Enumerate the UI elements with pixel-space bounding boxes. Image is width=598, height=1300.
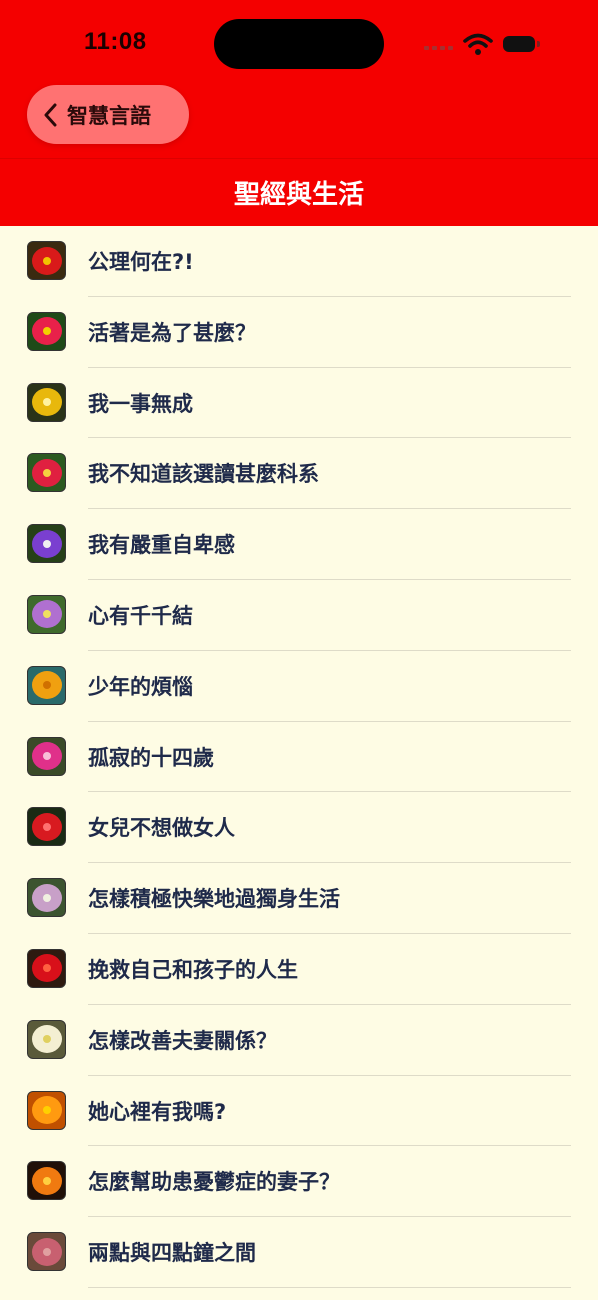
flower-thumbnail-icon [27,594,66,634]
nav-header: 11:08 智慧言語 聖經與生活 [0,0,598,226]
flower-thumbnail-icon [27,807,66,847]
flower-thumbnail-icon [27,1161,66,1201]
wifi-icon [463,33,493,55]
battery-tip [537,41,540,47]
back-button-label: 智慧言語 [67,103,151,128]
list-item-label: 活著是為了甚麼？ [88,320,256,345]
flower-thumbnail-icon [27,665,66,705]
list-item[interactable]: 孤寂的十四歲 [0,722,598,793]
list-item[interactable]: 怎樣積極快樂地過獨身生活 [0,863,598,934]
cellular-signal-icon [424,46,453,50]
list-item[interactable]: 怎麼幫助患憂鬱症的妻子？ [0,1146,598,1218]
chevron-left-icon [44,103,57,126]
list-item-label: 挽救自己和孩子的人生 [88,957,298,982]
flower-thumbnail-icon [27,736,66,776]
battery-icon [503,36,535,52]
flower-thumbnail-icon [27,1090,66,1130]
flower-thumbnail-icon [27,241,66,280]
flower-thumbnail-icon [27,382,66,422]
flower-thumbnail-icon [27,948,66,988]
list-item[interactable]: 她心裡有我嗎? [0,1076,598,1147]
list-item-label: 她心裡有我嗎? [88,1099,227,1124]
flower-thumbnail-icon [27,311,66,351]
flower-thumbnail-icon [27,1232,66,1272]
list-item-label: 心有千千結 [88,603,193,628]
list-item-label: 孤寂的十四歲 [88,745,214,770]
page-title: 聖經與生活 [233,180,364,210]
list-item-label: 公理何在?! [88,250,194,274]
list-item[interactable]: 我一事無成 [0,368,598,439]
list-item[interactable]: 少年的煩惱 [0,651,598,722]
status-time: 11:08 [84,28,147,55]
list-item-label: 女兒不想做女人 [88,816,235,841]
list-item-label: 我一事無成 [88,391,193,416]
back-button[interactable]: 智慧言語 [27,85,189,144]
flower-thumbnail-icon [27,1019,66,1059]
list-item[interactable]: 兩點與四點鐘之間 [0,1217,598,1288]
flower-thumbnail-icon [27,524,66,564]
list-item-label: 少年的煩惱 [88,674,193,699]
dynamic-island [214,19,384,69]
list-item[interactable]: 我有嚴重自卑感 [0,509,598,580]
list-item-label: 我有嚴重自卑感 [88,533,235,558]
list-item[interactable]: 活著是為了甚麼？ [0,297,598,368]
list-item[interactable]: 心有千千結 [0,580,598,651]
flower-thumbnail-icon [27,878,66,918]
list-item[interactable]: 公理何在?! [0,226,598,297]
row-separator [88,1286,571,1288]
list-item-label: 怎樣改善夫妻關係？ [88,1028,277,1053]
list-item[interactable]: 我不知道該選讀甚麼科系 [0,438,598,510]
list-item-label: 我不知道該選讀甚麼科系 [88,462,319,487]
list-item-label: 兩點與四點鐘之間 [88,1241,256,1266]
list-item-label: 怎麼幫助患憂鬱症的妻子？ [88,1170,340,1195]
flower-thumbnail-icon [27,453,66,493]
list-item[interactable]: 挽救自己和孩子的人生 [0,934,598,1005]
list-item-label: 怎樣積極快樂地過獨身生活 [88,887,340,912]
list-item[interactable]: 怎樣改善夫妻關係？ [0,1005,598,1076]
header-divider [0,158,598,159]
list-item[interactable]: 女兒不想做女人 [0,792,598,864]
topic-list: 公理何在?! 活著是為了甚麼？ 我一事無成我不知道該選讀甚麼科系 我有嚴重自卑感 心有千… [0,226,598,1288]
